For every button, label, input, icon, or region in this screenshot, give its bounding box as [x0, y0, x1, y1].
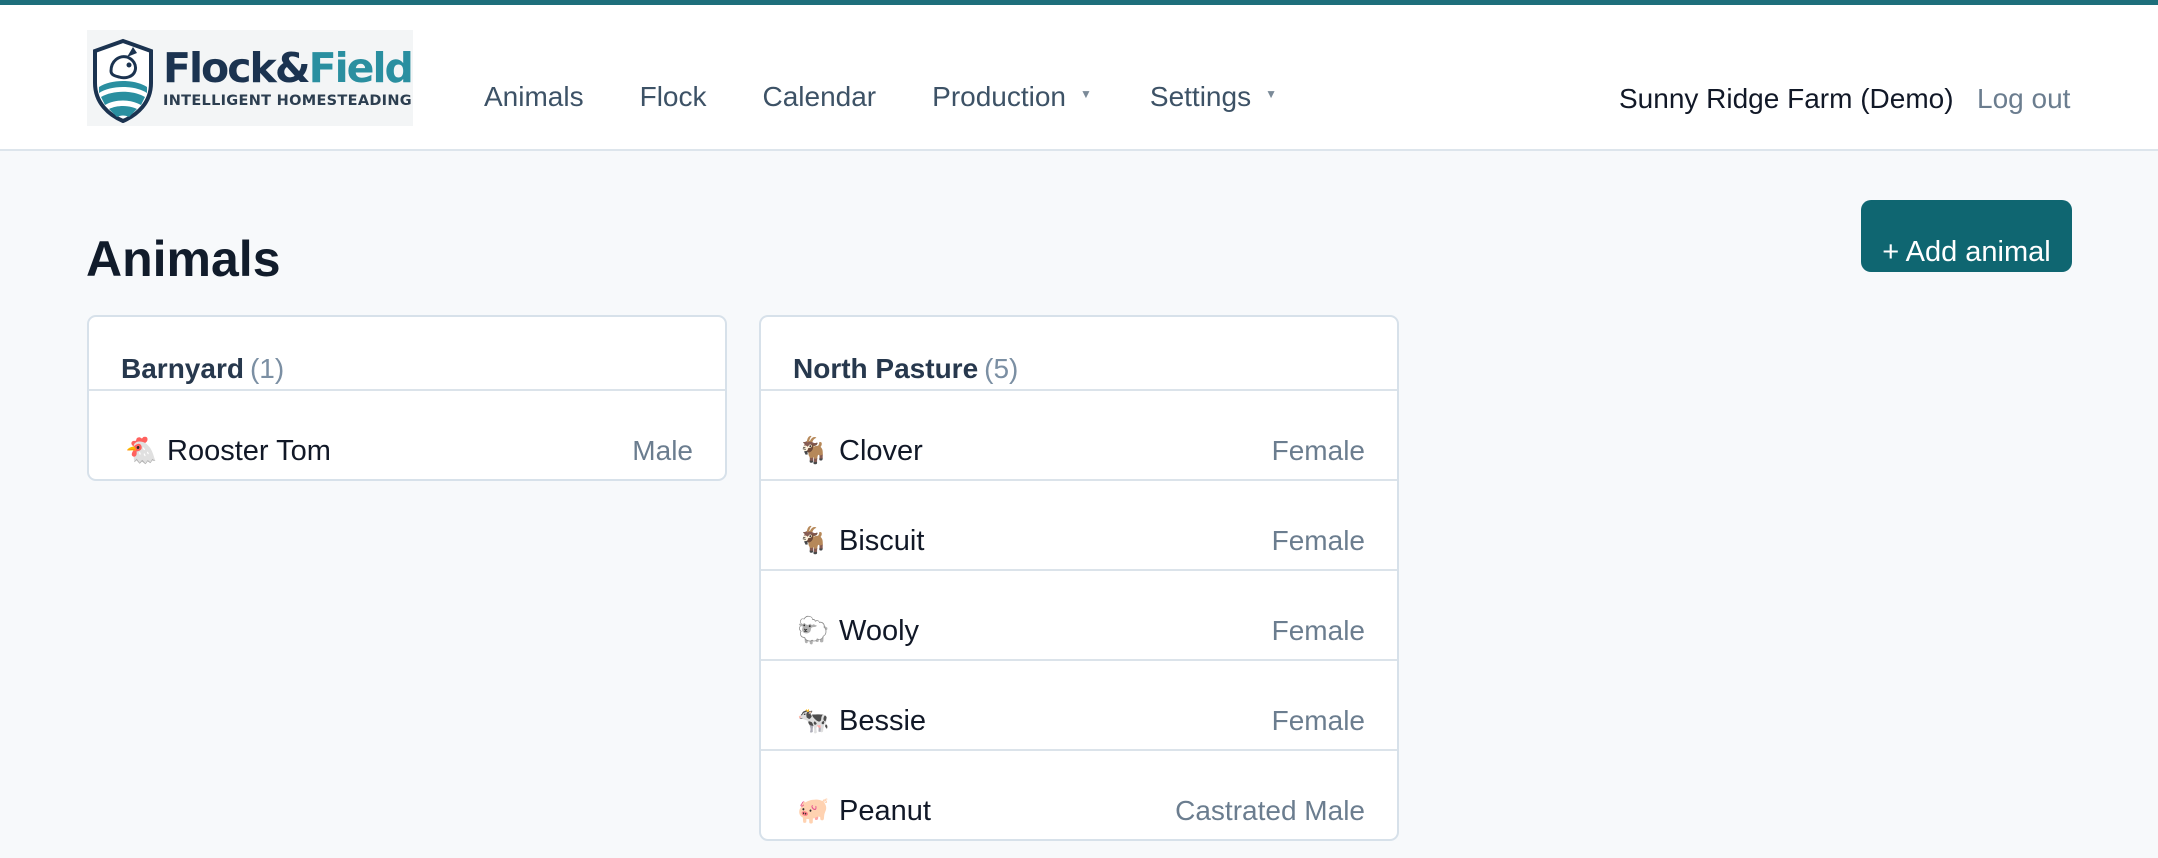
logout-link[interactable]: Log out — [1977, 83, 2070, 115]
animal-name: Clover — [839, 435, 923, 467]
app-header: Flock&Field INTELLIGENT HOMESTEADING Ani… — [0, 5, 2158, 151]
chicken-icon: 🐔 — [125, 435, 158, 465]
animal-row[interactable]: 🐔 Rooster Tom Male — [89, 391, 725, 481]
nav-flock[interactable]: Flock — [640, 81, 707, 113]
group-count: (1) — [249, 353, 285, 384]
add-animal-button[interactable]: + Add animal — [1861, 200, 2072, 272]
page-title: Animals — [86, 231, 281, 287]
nav-settings-dropdown[interactable]: Settings ▼ — [1150, 81, 1277, 113]
animal-row[interactable]: 🐄 Bessie Female — [761, 661, 1397, 751]
group-header: North Pasture (5) — [761, 317, 1397, 391]
group-card-north-pasture: North Pasture (5) 🐐 Clover Female 🐐 Biscu… — [759, 315, 1399, 841]
main-nav: Animals Flock Calendar Production ▼ Setti… — [484, 81, 1333, 113]
group-header: Barnyard (1) — [89, 317, 725, 391]
goat-icon: 🐐 — [797, 525, 830, 555]
animal-sex: Castrated Male — [1175, 795, 1365, 826]
animal-sex: Female — [1271, 435, 1365, 466]
animal-sex: Female — [1271, 525, 1365, 556]
goat-icon: 🐐 — [797, 435, 830, 465]
animal-row[interactable]: 🐖 Peanut Castrated Male — [761, 751, 1397, 841]
group-name: Barnyard — [121, 353, 244, 384]
animal-name: Bessie — [839, 705, 927, 737]
animal-row[interactable]: 🐑 Wooly Female — [761, 571, 1397, 661]
animal-name: Wooly — [839, 615, 920, 647]
animal-sex: Female — [1271, 615, 1365, 646]
caret-down-icon: ▼ — [1265, 87, 1277, 101]
animal-row[interactable]: 🐐 Clover Female — [761, 391, 1397, 481]
animal-name: Biscuit — [839, 525, 925, 557]
animal-sex: Male — [632, 435, 693, 466]
farm-shield-icon — [93, 38, 153, 123]
animal-sex: Female — [1271, 705, 1365, 736]
flock-and-field-logo[interactable]: Flock&Field INTELLIGENT HOMESTEADING — [87, 30, 414, 126]
nav-animals[interactable]: Animals — [484, 81, 584, 113]
farm-name: Sunny Ridge Farm (Demo) — [1619, 83, 1954, 114]
animal-name: Peanut — [839, 795, 931, 827]
cow-icon: 🐄 — [797, 705, 830, 735]
nav-production-dropdown[interactable]: Production ▼ — [932, 81, 1092, 113]
group-name: North Pasture — [793, 353, 979, 384]
nav-calendar[interactable]: Calendar — [763, 81, 877, 113]
group-card-barnyard: Barnyard (1) 🐔 Rooster Tom Male — [87, 315, 727, 481]
animal-row[interactable]: 🐐 Biscuit Female — [761, 481, 1397, 571]
group-count: (5) — [984, 353, 1019, 384]
animal-name: Rooster Tom — [167, 435, 331, 467]
caret-down-icon: ▼ — [1080, 87, 1092, 101]
logo-tagline: INTELLIGENT HOMESTEADING — [163, 93, 413, 109]
logo-wordmark: Flock&Field — [163, 44, 414, 92]
sheep-icon: 🐑 — [797, 615, 830, 645]
pig-icon: 🐖 — [797, 795, 830, 825]
